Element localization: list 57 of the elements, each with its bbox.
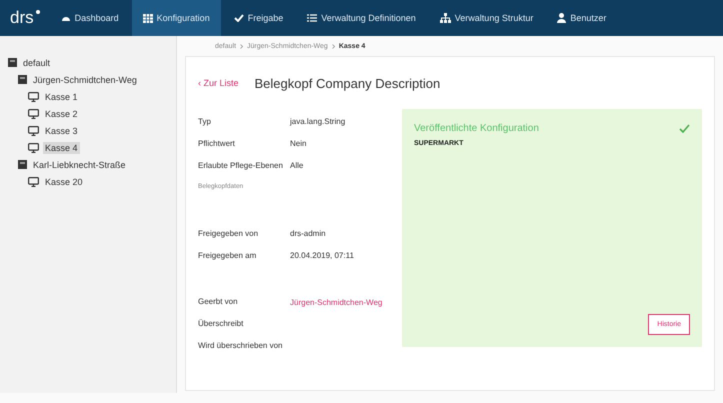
field-value: java.lang.String [290,117,346,128]
drs-logo[interactable]: drs [8,8,44,28]
field-label: Typ [198,117,212,128]
monitor-icon [28,126,39,136]
monitor-icon [28,108,39,118]
field-label: Geerbt von [198,297,239,308]
panel-title: Veröffentlichte Konfiguration [414,123,539,134]
detail-title: Belegkopf Company Description [254,76,440,90]
field-label: Freigegeben von [198,229,260,240]
tree-item[interactable]: Kasse 20 [0,173,176,190]
tree-item-label: default [22,56,52,68]
field-label: Pflichtwert [198,139,236,150]
back-link[interactable]: ‹ Zur Liste [198,78,239,88]
inherited-link[interactable]: Jürgen-Schmidtchen-Weg [290,297,388,319]
field-value: Nein [290,139,308,150]
nav-tab[interactable]: Verwaltung Definitionen [296,0,427,36]
tree-item-label: Kasse 20 [44,176,84,188]
tree-item-label: Jürgen-Schmidtchen-Weg [32,74,138,86]
hierarchy-icon [440,13,451,23]
nav-tab[interactable]: Dashboard [50,0,130,36]
dot-icon [36,10,40,14]
tree-item[interactable]: Jürgen-Schmidtchen-Weg [0,71,176,88]
folder-icon [18,160,27,169]
tree-item-label: Karl-Liebknecht-Straße [32,158,127,170]
folder-icon [18,75,27,84]
tree-item[interactable]: Kasse 1 [0,88,176,105]
field-value: drs-admin [290,229,327,240]
tree-item-label: Kasse 2 [44,108,79,120]
tree-item[interactable]: Kasse 3 [0,122,176,139]
nav-tab[interactable]: Verwaltung Struktur [428,0,544,36]
monitor-icon [28,92,39,102]
tree-item-label: Kasse 1 [44,90,79,102]
tree-item[interactable]: Kasse 2 [0,105,176,122]
tree-item[interactable]: default [0,54,176,71]
field-label: Freigegeben am [198,251,258,262]
nav-tab[interactable]: Konfiguration [132,0,221,36]
check-icon [679,124,690,133]
tree-item-label: Kasse 4 [43,142,80,154]
field-label: Wird überschrieben von [198,341,284,352]
chevron-icon [240,44,244,48]
field-value: 20.04.2019, 07:11 [290,251,355,262]
user-icon [557,13,566,23]
field-label: Überschreibt [198,319,244,330]
tree-item[interactable]: Kasse 4 [0,139,176,156]
list-icon [307,14,318,22]
tree-item-label: Kasse 3 [44,124,79,136]
field-label: Erlaubte Pflege-Ebenen [198,161,284,172]
folder-icon [8,58,17,67]
chevron-icon [332,44,335,48]
grid-icon [142,14,153,22]
nav-tab[interactable]: Benutzer [546,0,618,36]
field-value: Alle [290,161,304,172]
nav-tab[interactable]: Freigabe [222,0,294,36]
monitor-icon [28,176,39,186]
monitor-icon [28,142,39,152]
tree-item[interactable]: Karl-Liebknecht-Straße [0,156,176,173]
check-icon [234,14,244,22]
